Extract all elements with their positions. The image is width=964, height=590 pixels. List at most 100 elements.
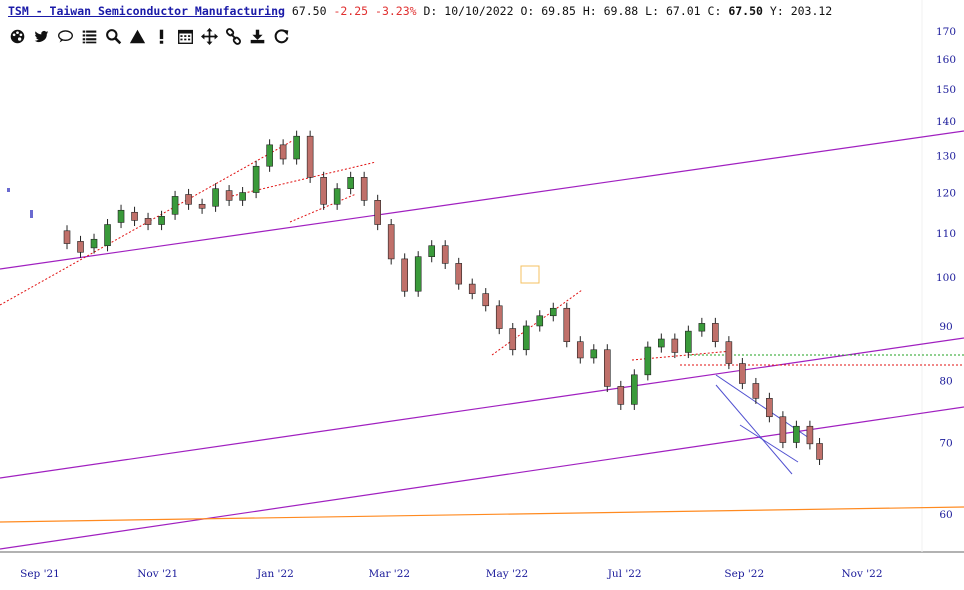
candle-body [468,283,476,294]
move-icon[interactable] [198,26,220,46]
candle-body [374,200,381,225]
close-label: C: [707,4,722,18]
refresh-icon[interactable] [270,26,292,46]
low-label: L: [645,4,660,18]
open-label: O: [520,4,535,18]
candle-body [333,188,341,205]
twitter-icon[interactable] [30,26,52,46]
candle-body [712,323,719,342]
candle-body [441,245,449,264]
annotation-box [520,265,540,284]
candle-body [482,293,490,307]
last-price: 67.50 [291,4,327,18]
candle-body [77,241,84,253]
candle-body [360,177,368,201]
symbol-link[interactable]: TSM - Taiwan Semiconductor Manufacturing [8,4,285,18]
candle-body [576,341,584,359]
low-value: 67.01 [665,4,701,18]
x-tick-label: Nov '21 [137,568,178,580]
candle-body [590,349,598,359]
y-tick-label: 90 [939,321,952,333]
candle-body [212,188,219,207]
candle-body [144,218,152,225]
candle-body [104,224,111,247]
x-tick-label: Mar '22 [368,568,410,580]
channel-lower-line [0,406,964,550]
palette-icon[interactable] [6,26,28,46]
candle-body [793,425,800,443]
candle-body [522,325,530,351]
candle-body [90,238,98,249]
y-tick-label: 80 [939,376,952,388]
blue-trend-line [739,424,799,463]
candle-body [387,224,395,260]
high-label: H: [582,4,597,18]
candle-body [185,194,192,205]
quote-header: TSM - Taiwan Semiconductor Manufacturing… [8,4,832,18]
candle-body [603,349,611,387]
candle-body [198,203,206,209]
candle-body [563,307,571,342]
marker [30,210,33,218]
list-icon[interactable] [78,26,100,46]
candle-body [131,211,138,221]
marker [7,188,10,192]
y-tick-label: 110 [936,228,956,240]
price-change: -2.25 [333,4,369,18]
candle-body [266,144,273,167]
candle-body [549,307,557,317]
candle-body [252,165,260,193]
x-tick-label: Sep '22 [724,568,764,580]
warning-icon[interactable] [126,26,148,46]
x-tick-label: Nov '22 [841,568,882,580]
channel-upper-line [0,130,964,270]
candle-body [536,315,544,327]
exclamation-icon[interactable] [150,26,172,46]
candle-body [320,177,327,205]
candle-body [239,192,246,201]
chart-toolbar [6,26,292,46]
year-label: Y: [769,4,784,18]
y-tick-label: 160 [936,54,956,66]
candle-body [509,328,517,351]
candle-body [347,177,354,189]
open-value: 69.85 [541,4,576,18]
y-tick-label: 130 [936,150,956,162]
date-value: D: 10/10/2022 [423,4,514,18]
calendar-icon[interactable] [174,26,196,46]
candle-body [816,443,823,460]
high-value: 69.88 [603,4,639,18]
candle-body [293,135,300,160]
price-chart: 60 70 80 90 100 110 120 130 140 150 160 170 Sep '21… [0,0,964,580]
candle-body [685,330,692,353]
candle-body [158,216,165,225]
candle-body [766,398,773,418]
candle-body [617,386,625,405]
x-tick-label: Sep '21 [20,568,60,580]
candle-body [414,256,422,292]
comment-icon[interactable] [54,26,76,46]
candle-body [631,374,638,405]
y-tick-label: 170 [936,26,956,38]
download-icon[interactable] [246,26,268,46]
year-value: 203.12 [790,4,833,18]
candle-body [225,190,233,201]
y-tick-label: 70 [939,438,952,450]
y-tick-label: 140 [936,116,956,128]
support-line [0,506,964,523]
candle-body [658,338,665,348]
candle-body [63,230,71,244]
candle-body [171,196,179,215]
candle-body [495,305,503,329]
candle-body [671,338,679,353]
close-value: 67.50 [728,4,763,18]
candle-body [306,135,314,178]
y-tick-label: 120 [936,188,956,200]
search-icon[interactable] [102,26,124,46]
candle-body [806,425,814,445]
candle-body [401,258,408,292]
candle-body [644,346,652,376]
link-icon[interactable] [222,26,244,46]
candle-body [428,245,436,257]
candle-body [279,144,287,160]
